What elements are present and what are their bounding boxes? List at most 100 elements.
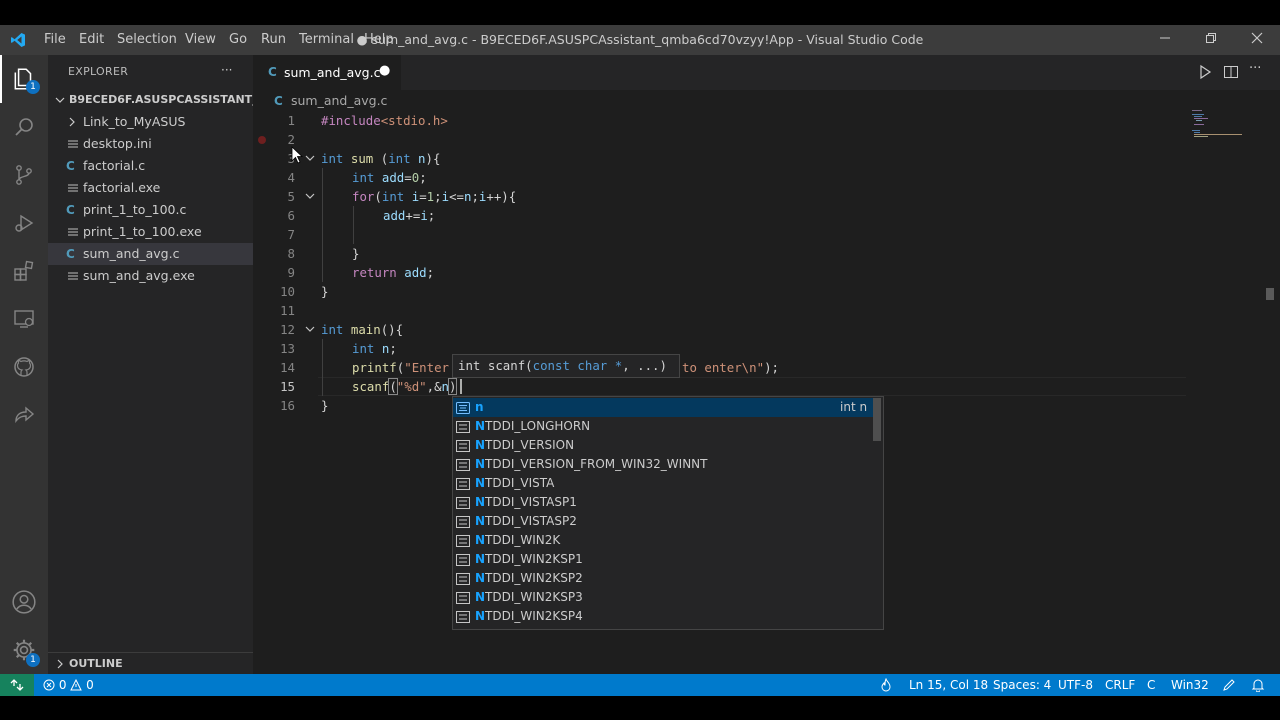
suggestion-scrollbar[interactable] [873,398,881,441]
suggestion-item[interactable]: NTDDI_VISTASP1 [453,493,873,512]
source-control-button[interactable] [0,151,48,199]
code-line-3[interactable]: int sum (int n){ [321,149,440,168]
run-code-button[interactable] [1197,64,1213,80]
workspace-folder-header[interactable]: B9ECED6F.ASUSPCASSISTANT_Q... [48,89,280,111]
language-mode[interactable]: C [1147,674,1155,696]
constant-icon [456,477,470,490]
outline-section-header[interactable]: OUTLINE [48,653,253,675]
suggestion-item[interactable]: NTDDI_WIN2KSP1 [453,550,873,569]
vertical-scrollbar-slider[interactable] [1266,288,1274,300]
breadcrumb[interactable]: C sum_and_avg.c [274,92,387,110]
remote-indicator[interactable] [0,674,34,696]
suggestion-match: N [475,571,486,585]
parameter-hint: int scanf(const char *, ...) [452,354,680,378]
code-line-8[interactable]: } [352,244,359,263]
feedback-button[interactable] [1222,674,1236,696]
code-line-1[interactable]: #include<stdio.h> [321,111,448,130]
code-line-5[interactable]: for(int i=1;i<=n;i++){ [352,187,516,206]
tree-item-label: sum_and_avg.c [83,246,180,261]
dirty-indicator[interactable]: ● [379,63,390,78]
suggestion-item[interactable]: NTDDI_WIN2KSP2 [453,569,873,588]
more-actions-button[interactable]: ··· [1249,61,1261,76]
suggestion-item[interactable]: NTDDI_VISTA [453,474,873,493]
tree-item-factorial-exe[interactable]: factorial.exe [48,177,253,199]
github-button[interactable] [0,343,48,391]
code-line-4[interactable]: int add=0; [352,168,427,187]
suggestion-item[interactable]: NTDDI_LONGHORN [453,417,873,436]
tab-sum-and-avg-c[interactable]: C sum_and_avg.c ● [253,55,401,90]
code-line-9[interactable]: return add; [352,263,434,282]
split-editor-button[interactable] [1223,64,1239,80]
line-number: 3 [287,151,295,166]
tree-item-print-1-to-100-exe[interactable]: print_1_to_100.exe [48,221,253,243]
menu-run[interactable]: Run [261,25,286,55]
suggestion-item[interactable]: NTDDI_VERSION [453,436,873,455]
c-file-icon: C [66,203,75,217]
suggestion-item[interactable]: n int n [453,398,873,417]
suggestion-item[interactable]: NTDDI_VISTASP2 [453,512,873,531]
code-line-16[interactable]: } [321,396,328,415]
code-line-14-tail[interactable]: to enter\n"); [682,358,779,377]
menu-help[interactable]: Help [364,25,394,55]
constant-icon [456,534,470,547]
manage-button[interactable]: 1 [0,626,48,674]
platform-config[interactable]: Win32 [1171,674,1209,696]
menu-view[interactable]: View [185,25,216,55]
suggestion-match: N [475,419,486,433]
problems-indicator[interactable]: 0 0 [43,674,94,696]
extensions-button[interactable] [0,247,48,295]
code-line-10[interactable]: } [321,282,328,301]
remote-explorer-button[interactable] [0,295,48,343]
minimap[interactable] [1190,108,1272,138]
tree-item-link-to-myasus[interactable]: Link_to_MyASUS [48,111,253,133]
menu-file[interactable]: File [44,25,66,55]
suggestion-item[interactable]: NTDDI_WIN2K [453,531,873,550]
accounts-button[interactable] [0,578,48,626]
error-icon [43,679,55,691]
minimize-button[interactable] [1142,25,1188,55]
suggestion-label: NTDDI_VISTASP2 [475,512,577,531]
menu-go[interactable]: Go [229,25,247,55]
tree-item-sum-and-avg-c[interactable]: C sum_and_avg.c [48,243,253,265]
tree-item-label: sum_and_avg.exe [83,268,195,283]
settings-badge: 1 [26,653,40,667]
code-line-12[interactable]: int main(){ [321,320,403,339]
cursor-position[interactable]: Ln 15, Col 18 [909,674,988,696]
suggestion-item[interactable]: NTDDI_WIN2KSP4 [453,607,873,626]
menu-edit[interactable]: Edit [79,25,104,55]
encoding[interactable]: UTF-8 [1058,674,1093,696]
flame-status-icon[interactable] [880,674,892,696]
run-debug-button[interactable] [0,199,48,247]
code-line-14[interactable]: printf("Enter [352,358,449,377]
suggestion-label: NTDDI_WIN2KSP1 [475,550,583,569]
fold-chevron-icon[interactable] [304,152,316,164]
indentation[interactable]: Spaces: 4 [993,674,1051,696]
variable-icon [456,401,470,414]
explorer-button[interactable]: 1 [0,55,48,103]
restore-button[interactable] [1188,25,1234,55]
menu-selection[interactable]: Selection [117,25,177,55]
menu-terminal[interactable]: Terminal [299,25,354,55]
fold-chevron-icon[interactable] [304,190,316,202]
tree-item-factorial-c[interactable]: C factorial.c [48,155,253,177]
live-share-button[interactable] [0,391,48,439]
suggestion-label: n [475,398,484,417]
suggestion-label: NTDDI_WIN2KSP3 [475,588,583,607]
suggestion-item[interactable]: NTDDI_WIN2KSP3 [453,588,873,607]
close-window-button[interactable] [1234,25,1280,55]
end-of-line[interactable]: CRLF [1105,674,1135,696]
search-button[interactable] [0,103,48,151]
tree-item-sum-and-avg-exe[interactable]: sum_and_avg.exe [48,265,253,287]
tree-item-print-1-to-100-c[interactable]: C print_1_to_100.c [48,199,253,221]
explorer-more-button[interactable]: ··· [221,63,232,77]
code-line-15[interactable]: scanf("%d",&n) [352,377,458,396]
fold-chevron-icon[interactable] [304,323,316,335]
tree-item-desktop-ini[interactable]: desktop.ini [48,133,253,155]
suggestion-item[interactable]: NTDDI_VERSION_FROM_WIN32_WINNT [453,455,873,474]
code-line-6[interactable]: add+=i; [383,206,435,225]
token: ,& [426,379,442,394]
constant-icon [456,515,470,528]
split-editor-icon [1224,66,1238,78]
code-line-13[interactable]: int n; [352,339,397,358]
notifications-button[interactable] [1251,674,1265,696]
